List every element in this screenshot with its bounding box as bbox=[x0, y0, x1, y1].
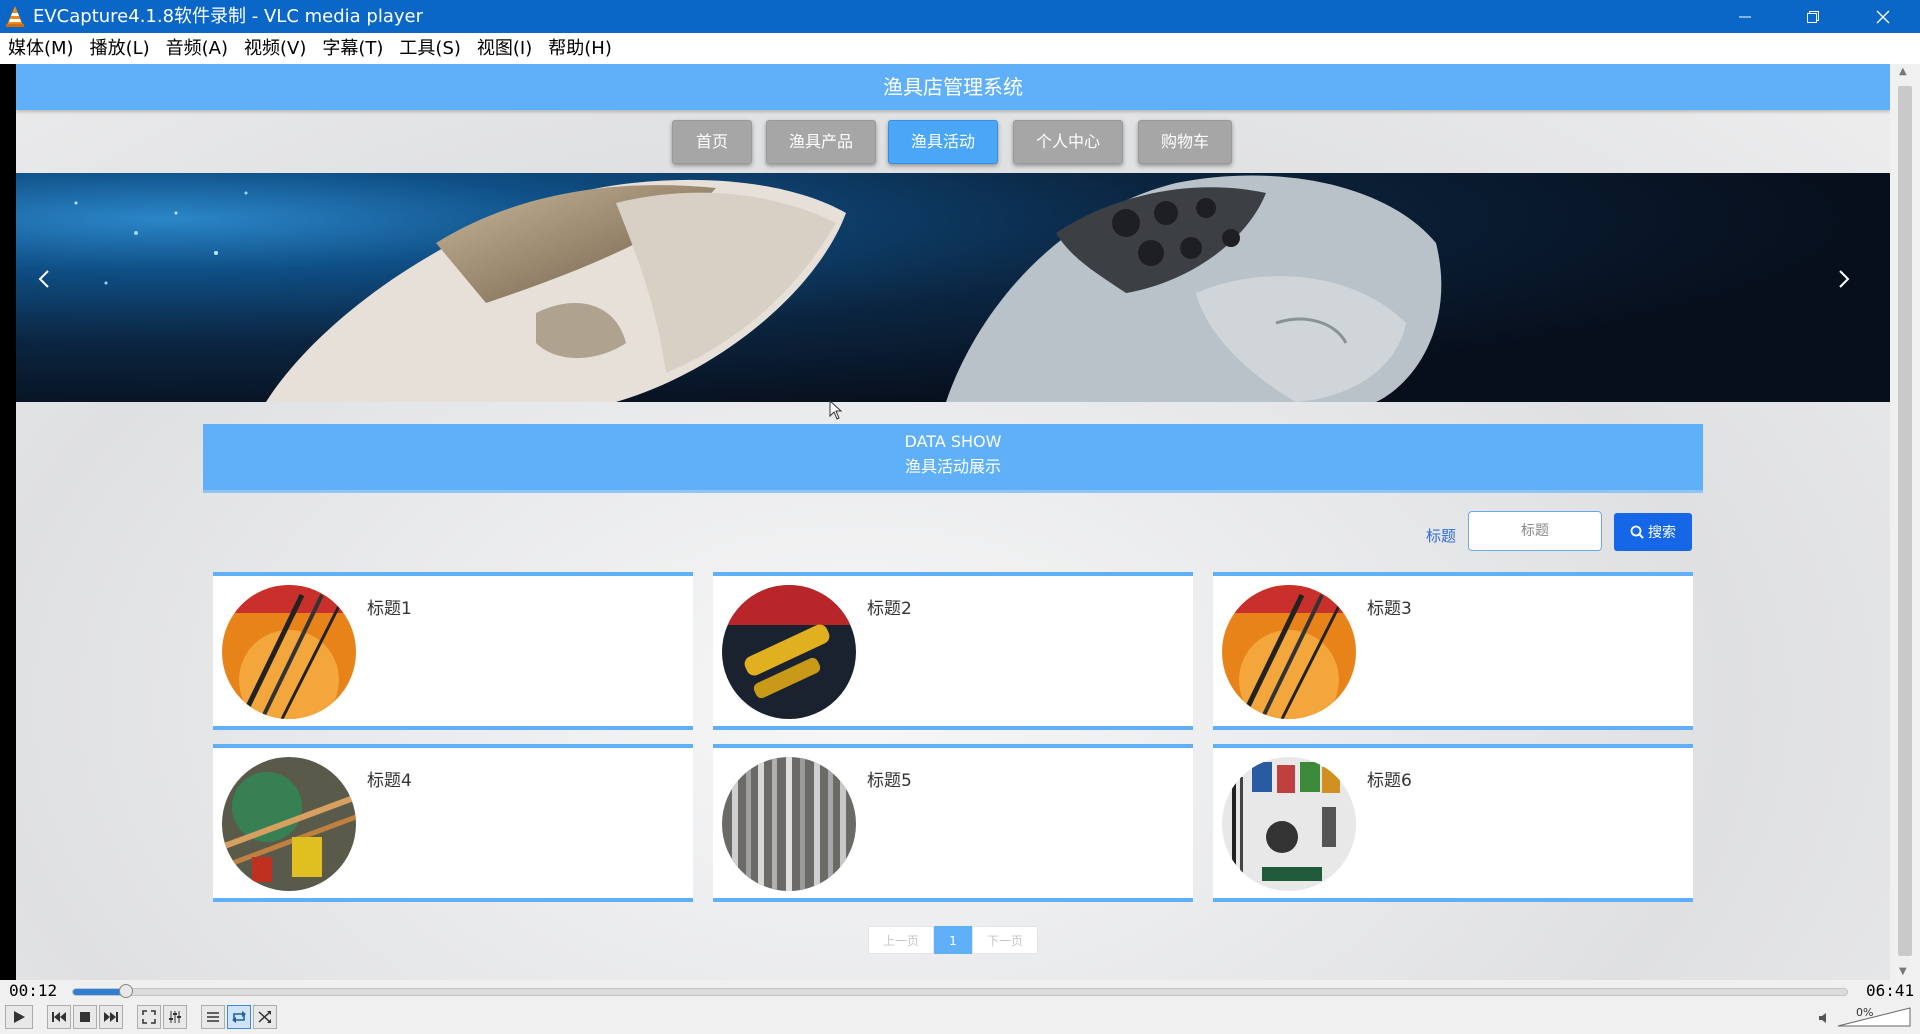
player-controls: 00:12 06:41 0% bbox=[0, 980, 1920, 1034]
nav-cart[interactable]: 购物车 bbox=[1138, 120, 1232, 164]
card-title: 标题4 bbox=[367, 771, 412, 791]
activity-card[interactable]: 标题2 bbox=[713, 572, 1193, 730]
menu-playback[interactable]: 播放(L) bbox=[82, 33, 158, 64]
card-thumbnail bbox=[722, 757, 856, 891]
scroll-down-icon[interactable]: ▼ bbox=[1899, 966, 1907, 978]
skip-back-icon bbox=[52, 1012, 66, 1022]
stop-icon bbox=[80, 1012, 90, 1022]
nav-products[interactable]: 渔具产品 bbox=[766, 120, 876, 164]
search-icon bbox=[1630, 525, 1644, 539]
page-number-button[interactable]: 1 bbox=[934, 926, 972, 954]
web-page: 渔具店管理系统 首页 渔具产品 渔具活动 个人中心 购物车 DATA SHOW … bbox=[16, 64, 1890, 980]
window-titlebar: EVCapture4.1.8软件录制 - VLC media player bbox=[0, 0, 1920, 33]
menu-bar: 媒体(M) 播放(L) 音频(A) 视频(V) 字幕(T) 工具(S) 视图(I… bbox=[0, 33, 1920, 64]
search-input[interactable] bbox=[1468, 511, 1602, 551]
next-page-button[interactable]: 下一页 bbox=[972, 926, 1038, 954]
sea-turtles-image bbox=[16, 173, 1890, 402]
card-title: 标题1 bbox=[367, 599, 412, 619]
search-label: 标题 bbox=[1426, 527, 1457, 545]
fullscreen-button[interactable] bbox=[137, 1005, 161, 1029]
menu-media[interactable]: 媒体(M) bbox=[0, 33, 82, 64]
seek-bar[interactable] bbox=[72, 984, 1848, 998]
mouse-cursor-icon bbox=[829, 400, 843, 420]
menu-subtitle[interactable]: 字幕(T) bbox=[314, 33, 391, 64]
nav-home[interactable]: 首页 bbox=[672, 120, 752, 164]
nav-personal-center[interactable]: 个人中心 bbox=[1013, 120, 1123, 164]
activity-card[interactable]: 标题1 bbox=[213, 572, 693, 730]
scroll-up-icon[interactable]: ▲ bbox=[1899, 66, 1907, 78]
activity-card[interactable]: 标题3 bbox=[1213, 572, 1693, 730]
seek-handle[interactable] bbox=[119, 984, 134, 998]
stop-button[interactable] bbox=[73, 1005, 97, 1029]
prev-page-button[interactable]: 上一页 bbox=[868, 926, 934, 954]
card-thumbnail bbox=[722, 585, 856, 719]
menu-help[interactable]: 帮助(H) bbox=[540, 33, 620, 64]
section-subtitle: DATA SHOW bbox=[904, 432, 1002, 451]
hero-banner bbox=[16, 173, 1890, 402]
chevron-left-icon bbox=[38, 270, 49, 288]
fullscreen-icon bbox=[142, 1010, 156, 1024]
restore-button[interactable] bbox=[1778, 0, 1848, 33]
card-thumbnail bbox=[222, 585, 356, 719]
menu-video[interactable]: 视频(V) bbox=[236, 33, 314, 64]
minimize-icon bbox=[1739, 16, 1751, 17]
shuffle-button[interactable] bbox=[253, 1005, 277, 1029]
speaker-icon bbox=[1819, 1013, 1826, 1023]
play-button[interactable] bbox=[5, 1005, 33, 1029]
skip-forward-icon bbox=[104, 1012, 118, 1022]
loop-icon bbox=[232, 1011, 246, 1023]
playlist-icon bbox=[207, 1012, 219, 1022]
pagination: 上一页 1 下一页 bbox=[868, 926, 1038, 954]
section-header: DATA SHOW 渔具活动展示 bbox=[203, 424, 1703, 493]
shuffle-icon bbox=[258, 1011, 271, 1023]
search-button-label: 搜索 bbox=[1648, 525, 1676, 541]
card-title: 标题5 bbox=[867, 771, 912, 791]
chevron-right-icon bbox=[1839, 270, 1850, 288]
loop-button[interactable] bbox=[227, 1005, 251, 1029]
search-button[interactable]: 搜索 bbox=[1614, 513, 1692, 551]
minimize-button[interactable] bbox=[1710, 0, 1780, 33]
equalizer-icon bbox=[169, 1011, 181, 1023]
play-icon bbox=[14, 1011, 25, 1023]
activity-card[interactable]: 标题6 bbox=[1213, 744, 1693, 902]
activity-card[interactable]: 标题5 bbox=[713, 744, 1193, 902]
card-title: 标题6 bbox=[1367, 771, 1412, 791]
card-thumbnail bbox=[222, 757, 356, 891]
video-area[interactable]: 渔具店管理系统 首页 渔具产品 渔具活动 个人中心 购物车 DATA SHOW … bbox=[0, 64, 1920, 980]
next-button[interactable] bbox=[99, 1005, 123, 1029]
previous-button[interactable] bbox=[47, 1005, 71, 1029]
playlist-button[interactable] bbox=[201, 1005, 225, 1029]
vlc-cone-icon bbox=[6, 6, 24, 27]
carousel-prev-button[interactable] bbox=[38, 269, 68, 305]
carousel-next-button[interactable] bbox=[1838, 269, 1868, 305]
scrollbar-thumb[interactable] bbox=[1898, 86, 1912, 956]
volume-slider[interactable] bbox=[1836, 1006, 1912, 1028]
nav-activities[interactable]: 渔具活动 bbox=[888, 120, 998, 164]
total-time: 06:41 bbox=[1866, 981, 1915, 1000]
close-button[interactable] bbox=[1848, 0, 1918, 33]
card-title: 标题2 bbox=[867, 599, 912, 619]
restore-icon bbox=[1807, 10, 1819, 23]
card-thumbnail bbox=[1222, 757, 1356, 891]
volume-control[interactable]: 0% bbox=[1818, 1006, 1914, 1030]
activity-card[interactable]: 标题4 bbox=[213, 744, 693, 902]
card-thumbnail bbox=[1222, 585, 1356, 719]
section-title: 渔具活动展示 bbox=[904, 457, 1001, 476]
menu-audio[interactable]: 音频(A) bbox=[158, 33, 236, 64]
close-icon bbox=[1876, 10, 1890, 23]
volume-level: 0% bbox=[1856, 1006, 1874, 1019]
menu-view[interactable]: 视图(I) bbox=[469, 33, 540, 64]
vertical-scrollbar[interactable]: ▲ ▼ bbox=[1890, 64, 1920, 980]
window-title: EVCapture4.1.8软件录制 - VLC media player bbox=[33, 6, 423, 27]
extended-settings-button[interactable] bbox=[163, 1005, 187, 1029]
card-title: 标题3 bbox=[1367, 599, 1412, 619]
site-nav: 首页 渔具产品 渔具活动 个人中心 购物车 bbox=[16, 120, 1890, 164]
menu-tools[interactable]: 工具(S) bbox=[391, 33, 468, 64]
elapsed-time: 00:12 bbox=[9, 981, 58, 1000]
site-header: 渔具店管理系统 bbox=[16, 64, 1890, 110]
